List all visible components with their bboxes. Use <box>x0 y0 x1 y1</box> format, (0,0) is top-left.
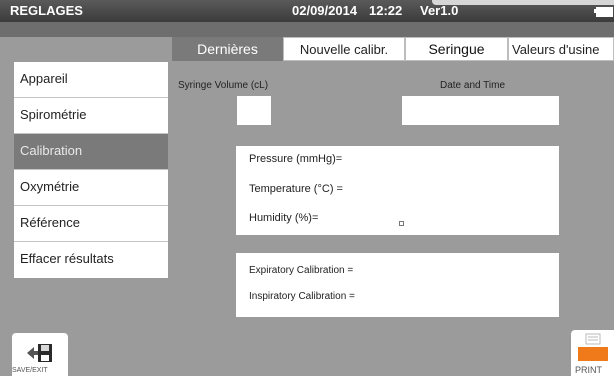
screen-title: REGLAGES <box>10 3 83 18</box>
ambient-conditions-box: Pressure (mmHg)= Temperature (°C) = Humi… <box>236 146 559 235</box>
print-label: PRINT <box>575 365 602 375</box>
tab-nouvelle-calibration[interactable]: Nouvelle calibr. <box>283 37 405 61</box>
tab-strip-background <box>0 22 614 37</box>
tab-dernieres[interactable]: Dernières <box>172 37 283 61</box>
print-button[interactable]: PRINT <box>571 330 614 376</box>
save-exit-label: SAVE/EXIT <box>12 367 48 374</box>
date-time-field[interactable] <box>402 96 559 125</box>
time-display: 12:22 <box>369 3 403 18</box>
status-notch <box>432 0 614 5</box>
syringe-volume-field[interactable] <box>237 96 271 125</box>
sidebar-item-appareil[interactable]: Appareil <box>14 62 168 98</box>
calibration-results-box: Expiratory Calibration = Inspiratory Cal… <box>236 253 559 317</box>
date-display: 02/09/2014 <box>292 3 358 18</box>
humidity-label: Humidity (%)= <box>249 212 319 224</box>
humidity-marker <box>399 221 404 226</box>
tab-valeurs-usine[interactable]: Valeurs d'usine <box>508 37 614 61</box>
expiratory-calibration-label: Expiratory Calibration = <box>249 265 354 276</box>
calibration-panel: Syringe Volume (cL) Date and Time Pressu… <box>168 61 614 376</box>
temperature-label: Temperature (°C) = <box>249 183 343 195</box>
tab-seringue[interactable]: Seringue <box>405 37 508 61</box>
version-label: Ver1.0 <box>420 3 459 18</box>
sidebar-item-effacer-resultats[interactable]: Effacer résultats <box>14 242 168 278</box>
sidebar-item-spirometrie[interactable]: Spirométrie <box>14 98 168 134</box>
save-exit-button[interactable]: SAVE/EXIT <box>12 333 68 376</box>
sidebar-item-oxymetrie[interactable]: Oxymétrie <box>14 170 168 206</box>
inspiratory-calibration-label: Inspiratory Calibration = <box>249 291 355 302</box>
pressure-label: Pressure (mmHg)= <box>249 153 343 165</box>
sidebar-item-calibration[interactable]: Calibration <box>14 134 168 170</box>
save-floppy-icon <box>27 344 52 362</box>
printer-icon <box>578 333 608 361</box>
battery-icon <box>596 7 613 17</box>
sidebar-item-reference[interactable]: Référence <box>14 206 168 242</box>
syringe-volume-label: Syringe Volume (cL) <box>178 80 269 91</box>
date-time-label: Date and Time <box>440 80 506 91</box>
